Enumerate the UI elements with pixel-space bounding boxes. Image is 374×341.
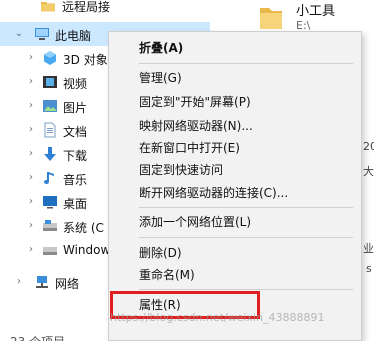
menu-separator — [139, 289, 353, 290]
content-fragment: 大 — [363, 165, 374, 178]
nav-item-label: Window — [63, 243, 111, 257]
chevron-right-icon[interactable]: › — [26, 197, 36, 207]
nav-item-label: 此电脑 — [55, 29, 92, 43]
chevron-right-icon[interactable]: › — [26, 245, 36, 255]
menu-item-rename[interactable]: 重命名(M) — [139, 265, 195, 285]
chevron-right-icon[interactable]: › — [26, 149, 36, 159]
nav-item-label: 网络 — [55, 277, 80, 291]
nav-item-label: 桌面 — [63, 197, 88, 211]
content-item-title[interactable]: 小工具 — [296, 0, 335, 19]
drive-icon — [43, 247, 57, 255]
computer-icon — [35, 28, 49, 40]
content-fragment: 20 — [363, 140, 374, 153]
content-fragment: s — [366, 262, 372, 275]
menu-item-pin-quick-access[interactable]: 固定到快速访问 — [139, 160, 223, 180]
watermark: https://blog.csdn.net/weixin_43888891 — [110, 311, 325, 324]
3d-objects-icon — [44, 51, 56, 65]
chevron-right-icon[interactable]: › — [26, 125, 36, 135]
nav-item-remote[interactable]: 远程局接 — [0, 0, 210, 18]
nav-item-label: 下载 — [63, 149, 88, 163]
explorer-window: 远程局接 ⌄ 此电脑 › 3D 对象 › 视频 › 图片 › 文档 › 下载 ›… — [0, 0, 374, 341]
chevron-down-icon[interactable]: ⌄ — [14, 29, 24, 39]
network-icon — [36, 276, 48, 288]
nav-item-label: 文档 — [63, 125, 88, 139]
nav-item-label: 视频 — [63, 77, 88, 91]
nav-item-label: 远程局接 — [62, 0, 111, 14]
chevron-right-icon[interactable]: › — [26, 173, 36, 183]
menu-separator — [139, 63, 353, 64]
chevron-right-icon[interactable]: › — [26, 53, 36, 63]
menu-item-delete[interactable]: 删除(D) — [139, 243, 182, 263]
chevron-right-icon[interactable]: › — [26, 101, 36, 111]
nav-item-label: 3D 对象 — [63, 53, 108, 67]
chevron-right-icon[interactable]: › — [26, 221, 36, 231]
menu-item-collapse[interactable]: 折叠(A) — [139, 38, 183, 58]
desktop-icon — [43, 196, 57, 209]
menu-item-manage[interactable]: 管理(G) — [139, 68, 182, 88]
menu-item-open-new-window[interactable]: 在新窗口中打开(E) — [139, 138, 240, 158]
video-icon — [43, 76, 57, 88]
documents-icon — [44, 122, 56, 138]
status-count: 23 个项目 — [10, 333, 65, 341]
folder-icon — [41, 2, 55, 12]
menu-separator — [139, 237, 353, 238]
content-fragment: 业 — [363, 242, 374, 255]
pictures-icon — [43, 100, 57, 112]
folder-icon[interactable] — [258, 2, 284, 32]
menu-item-map-drive[interactable]: 映射网络驱动器(N)... — [139, 116, 253, 136]
nav-item-label: 系统 (C — [63, 221, 104, 235]
menu-item-add-network-location[interactable]: 添加一个网络位置(L) — [139, 212, 251, 232]
menu-item-pin-start[interactable]: 固定到"开始"屏幕(P) — [139, 92, 251, 112]
download-icon — [44, 147, 56, 161]
menu-item-disconnect-drive[interactable]: 断开网络驱动器的连接(C)... — [139, 183, 288, 203]
drive-icon — [43, 220, 57, 231]
nav-item-label: 图片 — [63, 101, 88, 115]
music-icon — [44, 172, 54, 184]
nav-item-label: 音乐 — [63, 173, 88, 187]
menu-separator — [139, 207, 353, 208]
chevron-right-icon[interactable]: › — [26, 77, 36, 87]
chevron-right-icon[interactable]: › — [14, 277, 24, 287]
